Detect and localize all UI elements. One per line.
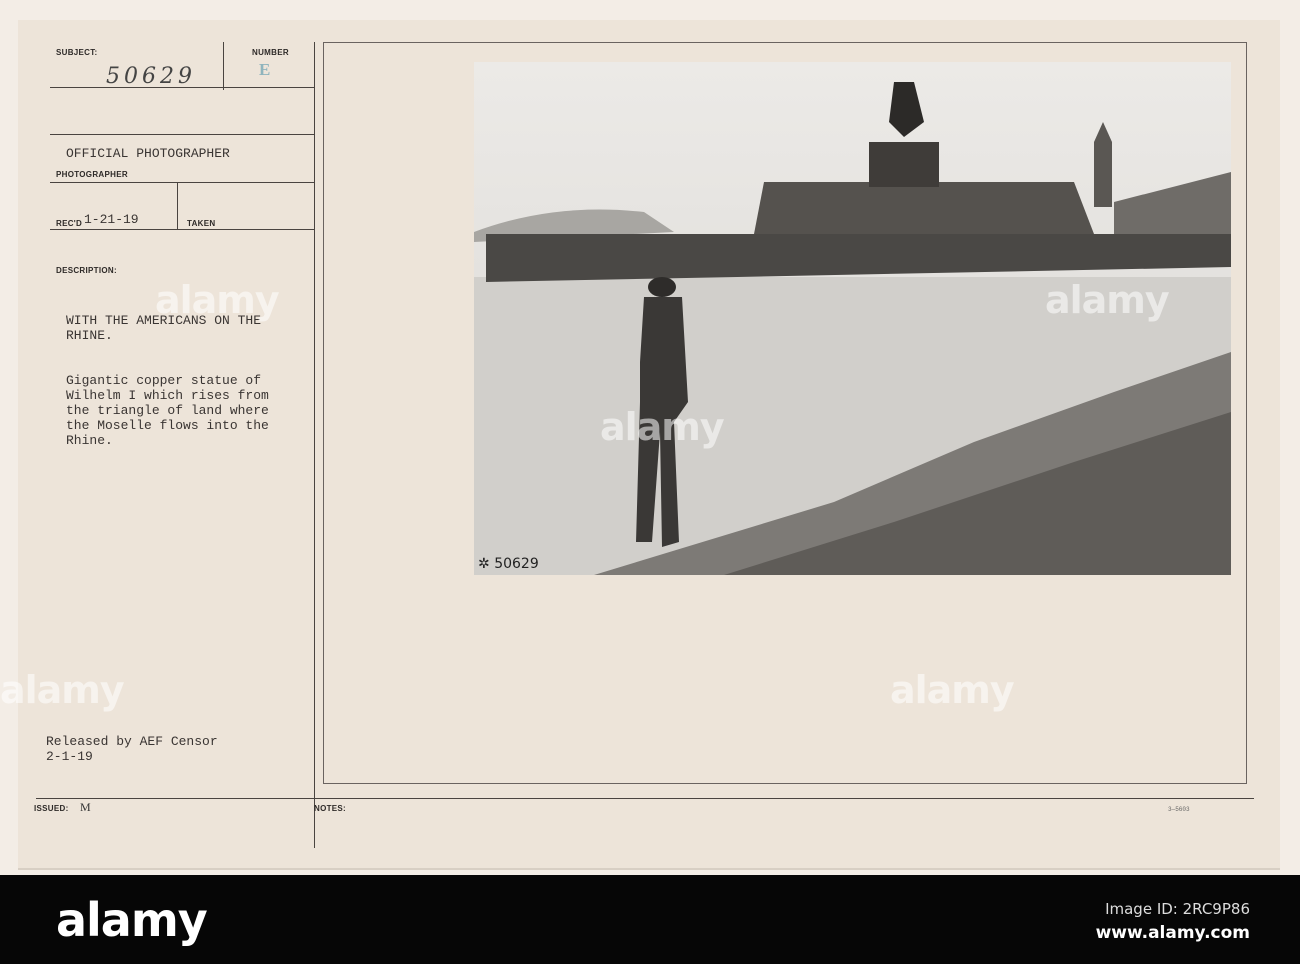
image-id: Image ID: 2RC9P86 bbox=[1105, 900, 1250, 918]
watermark: alamy bbox=[0, 668, 125, 712]
recd-value: 1-21-19 bbox=[84, 212, 139, 227]
watermark: alamy bbox=[155, 278, 280, 322]
released-by-censor: Released by AEF Censor 2-1-19 bbox=[46, 734, 218, 764]
watermark: alamy bbox=[600, 405, 725, 449]
watermark: alamy bbox=[1045, 278, 1170, 322]
photo-number-text: 50629 bbox=[494, 556, 539, 572]
description-label: DESCRIPTION: bbox=[56, 266, 117, 275]
taken-label: TAKEN bbox=[187, 219, 216, 228]
issued-value: M bbox=[80, 800, 91, 814]
watermark: alamy bbox=[890, 668, 1015, 712]
description-body: Gigantic copper statue of Wilhelm I whic… bbox=[66, 373, 269, 448]
photographer-label: PHOTOGRAPHER bbox=[56, 170, 128, 179]
photo-number: ✲ 50629 bbox=[478, 556, 539, 572]
notes-label: NOTES: bbox=[314, 804, 347, 813]
alamy-footer: alamy Image ID: 2RC9P86 www.alamy.com bbox=[0, 875, 1300, 964]
alamy-url[interactable]: www.alamy.com bbox=[1096, 923, 1250, 943]
form-number: 3—5603 bbox=[1168, 806, 1190, 813]
subject-label: SUBJECT: bbox=[56, 48, 98, 57]
subject-number: 50629 bbox=[106, 64, 196, 89]
photographer-value: OFFICIAL PHOTOGRAPHER bbox=[66, 146, 230, 161]
number-label: NUMBER bbox=[252, 48, 289, 57]
number-stamp: E bbox=[259, 60, 271, 79]
alamy-logo: alamy bbox=[56, 893, 208, 947]
recd-label: REC'D bbox=[56, 219, 83, 228]
issued-label: ISSUED: bbox=[34, 804, 69, 813]
